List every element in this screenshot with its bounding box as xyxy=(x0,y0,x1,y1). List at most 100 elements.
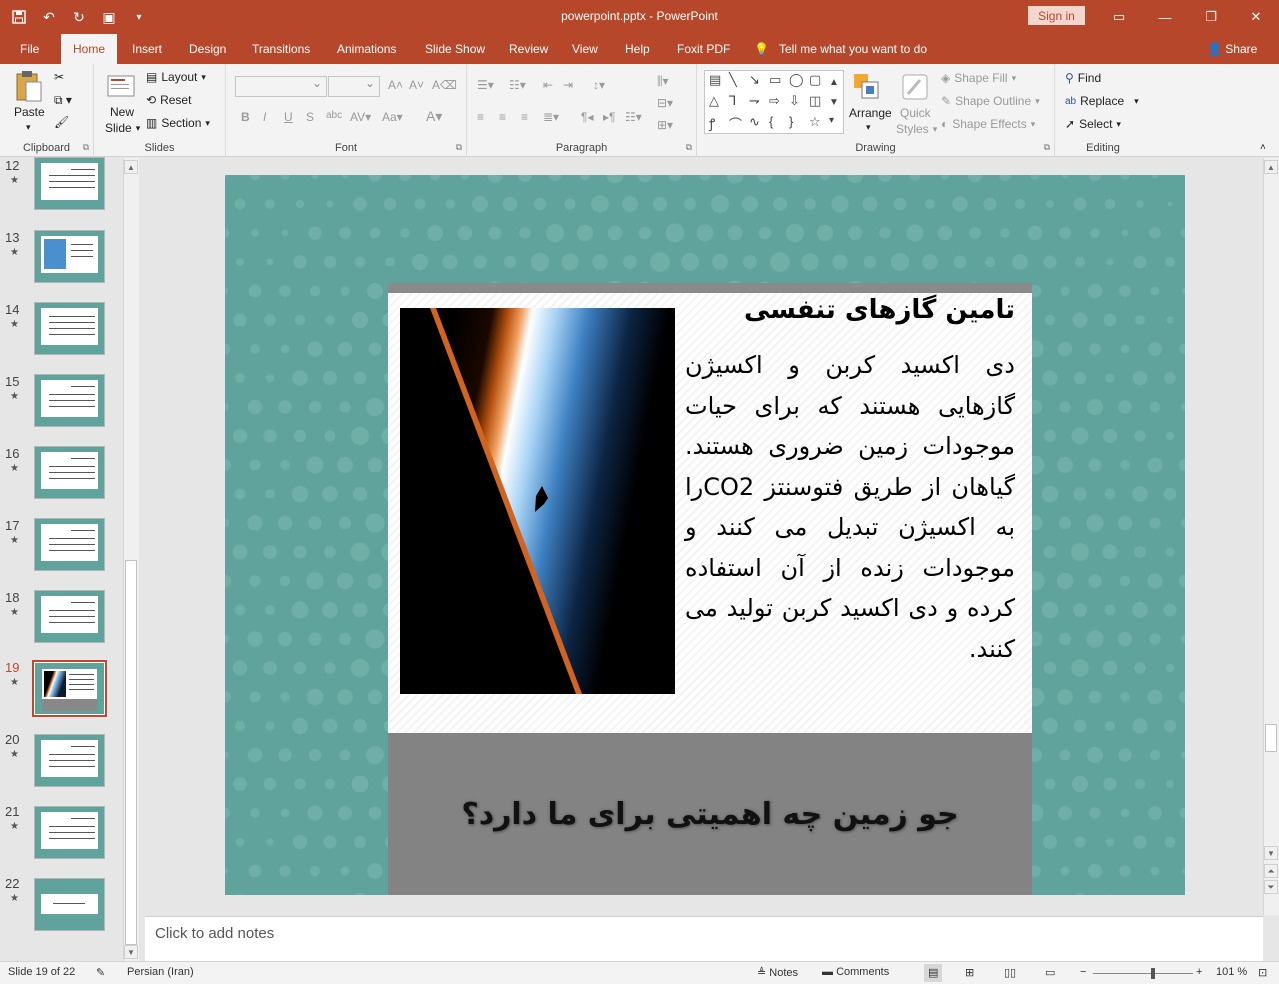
align-right-icon[interactable]: ≡ xyxy=(521,110,528,124)
elbow-connector-shape-icon[interactable]: ⅂ xyxy=(729,93,736,109)
ribbon-display-options-icon[interactable]: ▭ xyxy=(1096,0,1142,34)
columns-icon[interactable]: ☷▾ xyxy=(625,110,642,124)
select-button[interactable]: ➚ Select ▾ xyxy=(1065,117,1121,131)
increase-font-size-icon[interactable]: A˄ xyxy=(388,78,403,92)
scroll-up-icon[interactable]: ▲ xyxy=(124,160,138,174)
find-button[interactable]: ⚲ Find xyxy=(1065,71,1101,85)
zoom-in-icon[interactable]: + xyxy=(1196,966,1202,978)
new-slide-icon[interactable] xyxy=(106,70,136,102)
slide-thumb-20[interactable] xyxy=(34,734,105,787)
slide-show-icon[interactable]: ▭ xyxy=(1045,966,1055,979)
slide-thumb-21[interactable] xyxy=(34,806,105,859)
slide-thumb-12[interactable] xyxy=(34,157,105,210)
spelling-icon[interactable]: ✎ xyxy=(96,966,105,979)
section-button[interactable]: ▥ Section ▾ xyxy=(146,116,210,130)
star-shape-icon[interactable]: ☆ xyxy=(809,114,821,130)
font-launcher-icon[interactable]: ⧉ xyxy=(456,142,462,153)
paste-icon[interactable] xyxy=(14,70,44,102)
reset-button[interactable]: ⟲ Reset xyxy=(146,93,191,107)
slide-canvas[interactable]: تامین گازهای تنفسی دی اکسید کربن و اکسیژ… xyxy=(225,175,1185,895)
quick-styles-line1[interactable]: Quick xyxy=(900,106,931,120)
rtl-icon[interactable]: ¶◂ xyxy=(581,110,593,124)
zoom-out-icon[interactable]: − xyxy=(1080,966,1086,978)
arc-shape-icon[interactable]: ⌒ xyxy=(729,114,742,133)
slide-thumb-15[interactable] xyxy=(34,374,105,427)
underline-icon[interactable]: U xyxy=(284,110,293,124)
decrease-indent-icon[interactable]: ⇤ xyxy=(543,78,553,92)
zoom-level[interactable]: 101 % xyxy=(1216,966,1247,978)
italic-icon[interactable]: I xyxy=(263,110,266,124)
change-case-icon[interactable]: Aa▾ xyxy=(382,110,403,124)
sign-in-button[interactable]: Sign in xyxy=(1028,6,1085,25)
rectangle-shape-icon[interactable]: ▭ xyxy=(769,72,781,88)
tab-review[interactable]: Review xyxy=(509,34,548,64)
copy-icon[interactable]: ⧉ ▾ xyxy=(54,93,72,108)
slide-thumb-18[interactable] xyxy=(34,590,105,643)
line-spacing-icon[interactable]: ↕▾ xyxy=(593,78,605,92)
scroll-down-icon[interactable]: ▼ xyxy=(1264,846,1278,860)
tab-help[interactable]: Help xyxy=(625,34,650,64)
arrange-icon[interactable] xyxy=(852,72,882,104)
bullets-icon[interactable]: ☰▾ xyxy=(477,78,494,92)
slide-thumb-16[interactable] xyxy=(34,446,105,499)
fit-slide-icon[interactable]: ⊡ xyxy=(1258,966,1267,979)
character-spacing-icon[interactable]: AV▾ xyxy=(350,110,371,124)
tab-animations[interactable]: Animations xyxy=(337,34,396,64)
new-slide-button[interactable]: Slide ▾ xyxy=(105,121,140,135)
maximize-icon[interactable]: ❐ xyxy=(1188,0,1234,34)
shapes-gallery[interactable]: ▤ ╲ ↘ ▭ ◯ ▢ △ ⅂ ⇁ ⇨ ⇩ ◫ ꝭ ⌒ ∿ { } ☆ ▲ ▼ … xyxy=(704,70,844,134)
tab-insert[interactable]: Insert xyxy=(132,34,162,64)
previous-slide-icon[interactable]: ⏶ xyxy=(1264,864,1278,878)
tab-home[interactable]: Home xyxy=(61,34,118,64)
numbering-icon[interactable]: ☷▾ xyxy=(509,78,526,92)
zoom-slider[interactable] xyxy=(1093,968,1193,979)
align-center-icon[interactable]: ≡ xyxy=(499,110,506,124)
editor-scroll-thumb[interactable] xyxy=(1265,724,1277,752)
align-text-icon[interactable]: ⊟▾ xyxy=(657,96,673,110)
format-painter-icon[interactable]: 🖌 xyxy=(54,115,69,129)
notes-toggle[interactable]: ≜ Notes xyxy=(757,966,798,979)
clipboard-launcher-icon[interactable]: ⧉ xyxy=(83,142,89,153)
tab-file[interactable]: File xyxy=(20,34,39,64)
notes-pane[interactable]: Click to add notes xyxy=(145,916,1263,961)
right-arrow-shape-icon[interactable]: ⇨ xyxy=(769,93,780,109)
arrow-shape-icon[interactable]: ↘ xyxy=(749,72,760,88)
elbow-arrow-shape-icon[interactable]: ⇁ xyxy=(749,93,760,109)
tab-view[interactable]: View xyxy=(572,34,598,64)
text-direction-icon[interactable]: ⫼▾ xyxy=(657,74,669,89)
font-size-combo[interactable] xyxy=(328,76,380,97)
smartart-icon[interactable]: ⊞▾ xyxy=(657,118,673,132)
ltr-icon[interactable]: ▸¶ xyxy=(603,110,615,124)
bottom-band-title[interactable]: جو زمین چه اهمیتی برای ما دارد؟ xyxy=(388,797,1032,832)
shape-fill-button[interactable]: ◈ Shape Fill ▾ xyxy=(941,71,1016,85)
tab-design[interactable]: Design xyxy=(189,34,226,64)
arrange-button[interactable]: Arrange xyxy=(849,106,892,120)
decrease-font-size-icon[interactable]: A˅ xyxy=(409,78,424,92)
flowchart-shape-icon[interactable]: ◫ xyxy=(809,93,821,109)
arrange-dropdown-icon[interactable]: ▾ xyxy=(866,122,871,133)
replace-button[interactable]: ab Replace ▾ xyxy=(1065,94,1139,108)
right-brace-shape-icon[interactable]: } xyxy=(789,114,793,129)
slide-thumb-19[interactable] xyxy=(32,660,107,717)
strikethrough-icon[interactable]: abc xyxy=(326,110,342,121)
slide-sorter-icon[interactable]: ⊞ xyxy=(965,966,974,979)
scroll-down-icon[interactable]: ▼ xyxy=(124,945,138,959)
quick-styles-button[interactable]: Styles ▾ xyxy=(896,122,937,136)
down-arrow-shape-icon[interactable]: ⇩ xyxy=(789,93,800,109)
font-color-icon[interactable]: A▾ xyxy=(426,108,442,125)
tab-transitions[interactable]: Transitions xyxy=(252,34,310,64)
shape-outline-button[interactable]: ✎ Shape Outline ▾ xyxy=(941,94,1040,108)
close-icon[interactable]: ✕ xyxy=(1233,0,1279,34)
font-name-combo[interactable] xyxy=(235,76,327,97)
share-button[interactable]: 👤 Share xyxy=(1207,34,1257,64)
text-box-shape-icon[interactable]: ▤ xyxy=(709,72,721,88)
normal-view-icon[interactable]: ▤ xyxy=(924,964,943,982)
triangle-shape-icon[interactable]: △ xyxy=(709,93,719,109)
curve-shape-icon[interactable]: ∿ xyxy=(749,114,760,130)
rounded-rect-shape-icon[interactable]: ▢ xyxy=(809,72,821,88)
comments-toggle[interactable]: ▬ Comments xyxy=(822,966,889,978)
drawing-launcher-icon[interactable]: ⧉ xyxy=(1044,142,1050,153)
editor-scrollbar[interactable] xyxy=(1263,158,1279,915)
tab-slide-show[interactable]: Slide Show xyxy=(425,34,485,64)
paragraph-launcher-icon[interactable]: ⧉ xyxy=(686,142,692,153)
